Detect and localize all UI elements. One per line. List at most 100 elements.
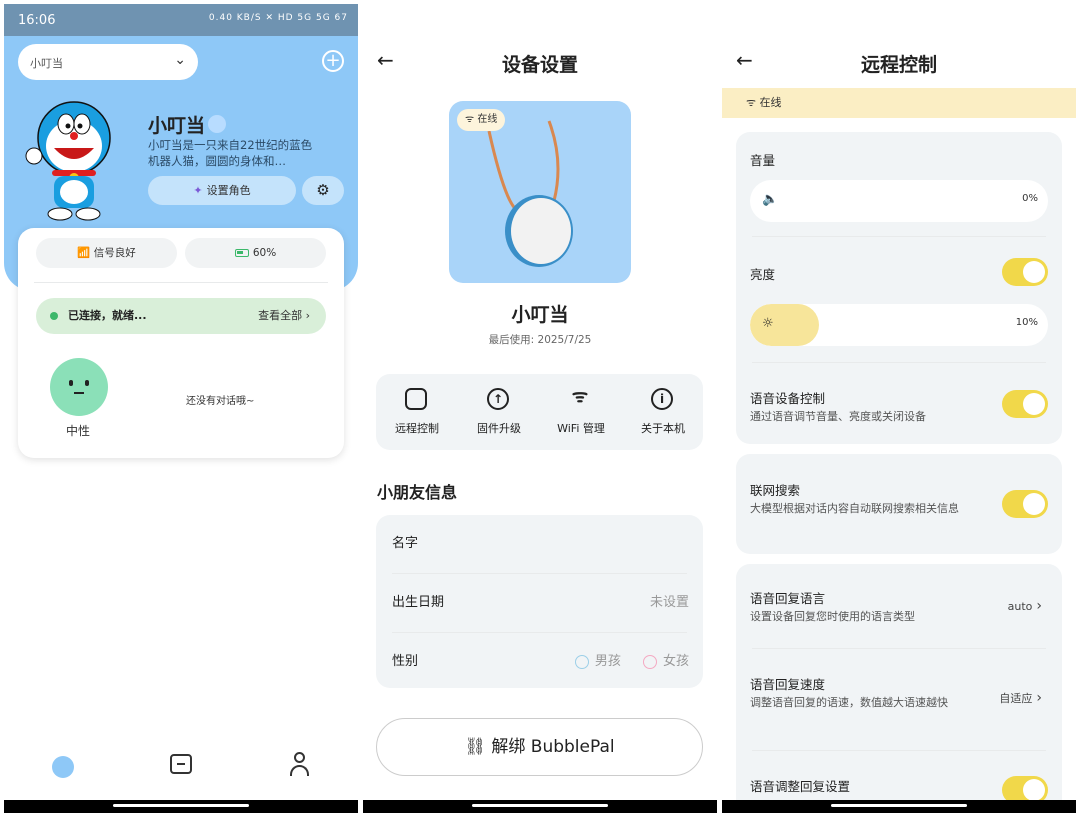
upgrade-icon: ↑ [487,388,509,410]
settings-button[interactable]: ⚙ [302,176,344,205]
header: ← 设备设置 [363,44,717,80]
reply-language-desc: 设置设备回复您时使用的语言类型 [750,610,915,623]
bottom-tab-bar [4,744,358,794]
brightness-slider[interactable]: ☼ 10% [750,304,1048,346]
voice-control-desc: 通过语音调节音量、亮度或关闭设备 [750,410,926,423]
page-title: 设备设置 [501,54,578,76]
chevron-right-icon: › [1036,690,1042,706]
tab-chat-icon[interactable] [170,754,192,774]
child-info-card: 名字 出生日期 未设置 性别 男孩 女孩 [376,515,703,688]
set-role-button[interactable]: ✦ 设置角色 [148,176,296,205]
wifi-management-action[interactable]: ᯤ WiFi 管理 [540,374,622,450]
gender-label: 中性 [66,424,91,438]
birthdate-label: 出生日期 [392,595,445,610]
device-name: 小叮当 [511,304,569,326]
firmware-upgrade-action[interactable]: ↑ 固件升级 [458,374,540,450]
device-image: ᯤ 在线 [449,101,631,283]
signal-label: 信号良好 [93,247,136,259]
character-description: 小叮当是一只来自22世纪的蓝色机器人猫，圆圆的身体和… [148,138,313,168]
unbind-button[interactable]: ⛓ 解绑 BubblePal [376,718,703,776]
online-chip-label: 在线 [477,114,498,125]
web-search-card: 联网搜索 大模型根据对话内容自动联网搜索相关信息 [736,454,1062,554]
female-radio[interactable]: 女孩 [642,654,689,669]
volume-slider[interactable]: 🔈 0% [750,180,1048,222]
chevron-down-icon: ⌄ [174,52,186,68]
remote-control-action[interactable]: 远程控制 [376,374,458,450]
action-label: WiFi 管理 [557,422,605,435]
battery-label: 60% [252,247,277,259]
voice-control-toggle[interactable] [1002,390,1048,418]
device-controls-card: 音量 🔈 0% 亮度 ☼ 10% 语音设备控制 通过语音调节音量、亮度或关闭设备 [736,132,1062,444]
battery-icon [234,249,249,257]
add-device-button[interactable]: + [322,50,344,72]
tab-home-icon[interactable] [52,756,74,778]
sun-icon: ☼ [762,316,774,331]
adjust-reply-title: 语音调整回复设置 [750,779,851,794]
reply-speed-value: 自适应 › [999,690,1042,706]
brightness-toggle[interactable] [1002,258,1048,286]
connection-banner[interactable]: 已连接，就绪... 查看全部 › [36,298,326,334]
view-all-link[interactable]: 查看全部 › [258,298,310,334]
empty-chat-text: 还没有对话哦~ [186,396,255,407]
brightness-value: 10% [1015,317,1038,328]
set-role-label: 设置角色 [206,184,251,197]
reply-language-title: 语音回复语言 [750,591,826,606]
character-name: 小叮当 [148,115,206,137]
device-select-value: 小叮当 [30,57,63,70]
gender-label: 性别 [392,654,419,669]
child-info-title: 小朋友信息 [377,483,458,502]
signal-pill: 📶 信号良好 [36,238,177,268]
connected-dot [50,312,58,320]
action-label: 远程控制 [395,422,439,435]
birthdate-row[interactable]: 出生日期 未设置 [392,574,689,632]
gender-avatar[interactable] [50,358,108,416]
about-device-action[interactable]: i 关于本机 [622,374,704,450]
reply-speed-title: 语音回复速度 [750,677,826,692]
reply-speed-desc: 调整语音回复的语速，数值越大语速越快 [750,696,948,709]
unbind-label: 解绑 BubblePal [491,737,615,757]
home-indicator[interactable] [831,804,967,807]
character-status-dot [208,115,226,133]
tab-profile-icon[interactable] [288,752,310,778]
info-icon: i [651,388,673,410]
action-label: 固件升级 [477,422,521,435]
web-search-toggle[interactable] [1002,490,1048,518]
divider [34,282,328,283]
male-label: 男孩 [594,654,621,669]
wifi-icon: ᯤ [571,386,589,407]
status-time: 16:06 [18,13,56,28]
connection-status: 已连接，就绪... [68,309,147,322]
divider [752,750,1046,751]
wifi-icon: ᯤ [465,114,475,125]
speaker-icon: 🔈 [762,192,779,207]
wifi-icon: 📶 [77,247,91,259]
sparkle-icon: ✦ [193,184,203,197]
last-used: 最后使用: 2025/7/25 [488,334,592,346]
device-selector[interactable]: 小叮当 ⌄ [18,44,198,80]
brightness-label: 亮度 [750,267,776,282]
system-nav-bar [722,800,1076,813]
reply-language-value-text: auto [1007,600,1033,613]
divider [752,236,1046,237]
gender-row: 性别 男孩 女孩 [392,633,689,691]
radio-icon [574,654,589,669]
name-row[interactable]: 名字 [392,515,689,573]
system-nav-bar [363,800,717,813]
status-bar: 16:06 0.40 KB/S ✕ HD 5G 5G 67 [4,4,358,36]
home-indicator[interactable] [472,804,608,807]
doraemon-avatar [25,101,111,221]
radio-icon [642,654,657,669]
female-label: 女孩 [662,654,689,669]
divider [752,648,1046,649]
online-chip: ᯤ 在线 [457,109,506,131]
brightness-fill [750,304,819,346]
link-icon: ⛓ [464,737,486,757]
action-label: 关于本机 [641,422,685,435]
reply-speed-value-text: 自适应 [999,692,1033,705]
male-radio[interactable]: 男孩 [574,654,621,669]
web-search-desc: 大模型根据对话内容自动联网搜索相关信息 [750,502,959,515]
status-card: 📶 信号良好 60% 已连接，就绪... 查看全部 › 中性 还没有对话哦~ [18,228,344,458]
online-status-bar: ᯤ 在线 [722,88,1076,118]
system-nav-bar [4,800,358,813]
home-indicator[interactable] [113,804,249,807]
